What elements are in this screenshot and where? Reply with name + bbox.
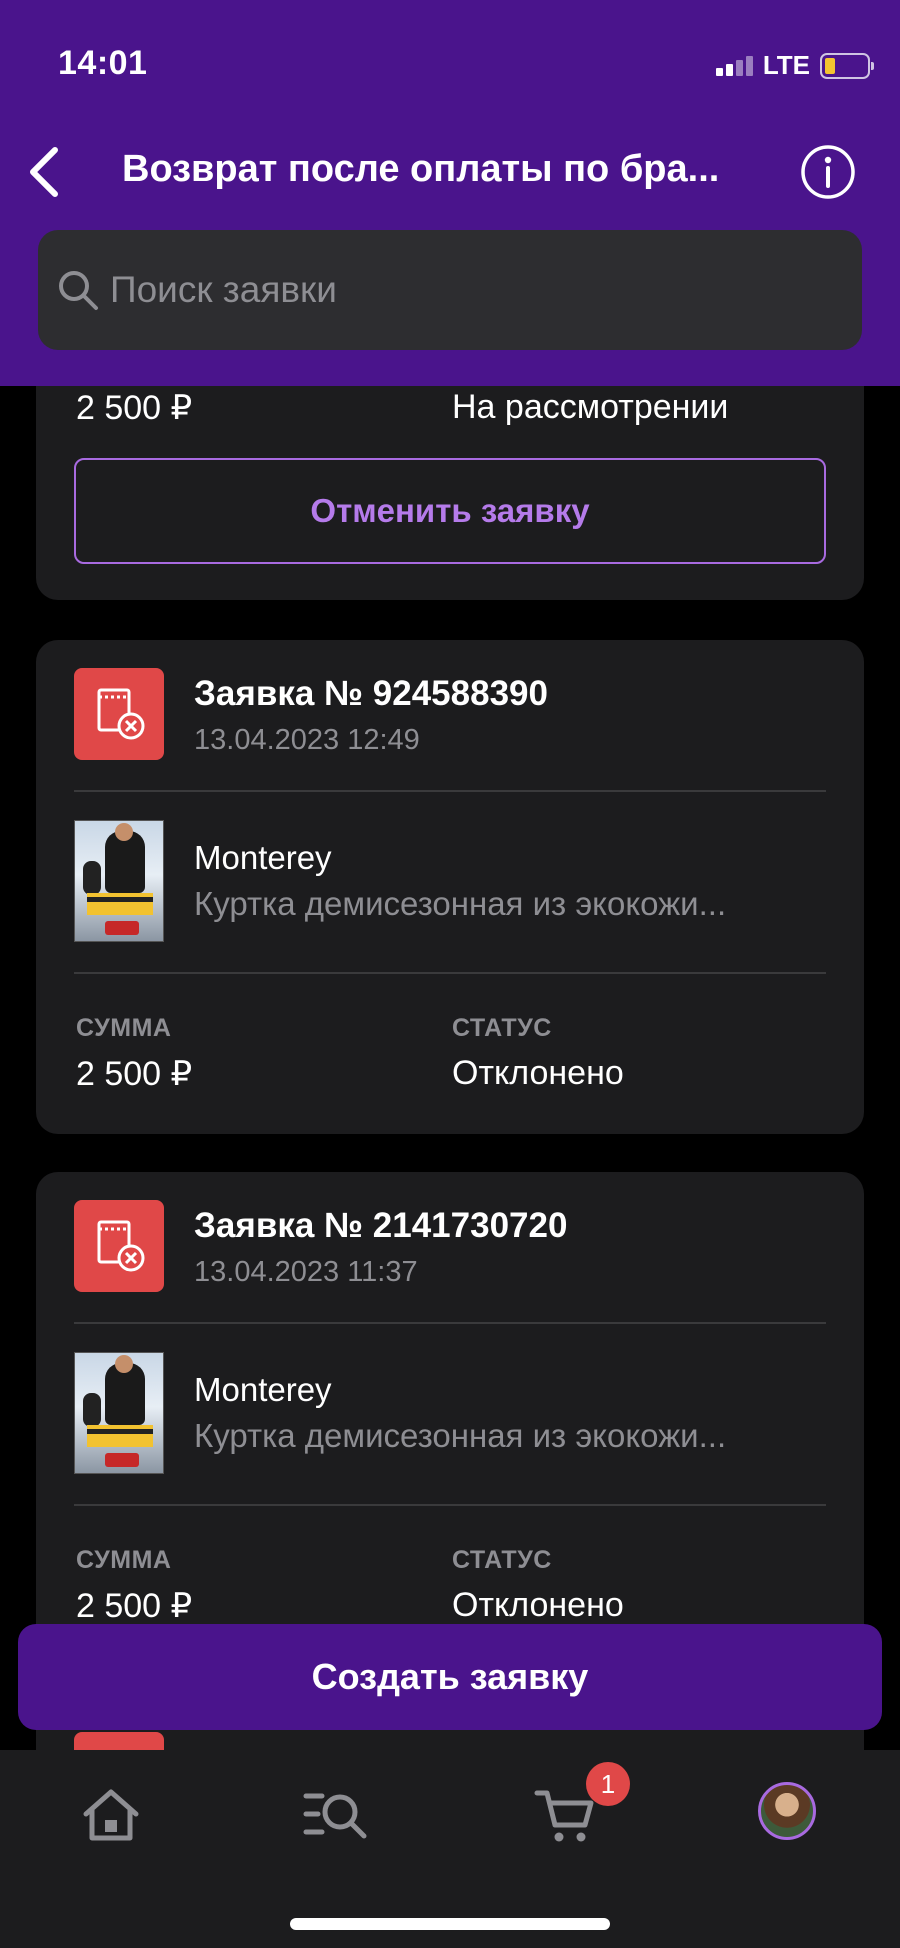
cart-badge: 1: [586, 1762, 630, 1806]
status-label: СТАТУС: [452, 1014, 552, 1042]
status-time: 14:01: [58, 44, 148, 82]
request-card[interactable]: Заявка № 924588390 13.04.2023 12:49 Mont…: [36, 640, 864, 1134]
product-thumbnail: [74, 1352, 164, 1474]
status-value: Отклонено: [452, 1054, 624, 1092]
request-title: Заявка № 924588390: [194, 674, 548, 713]
divider: [74, 1322, 826, 1324]
product-brand: Monterey: [194, 1371, 332, 1408]
status-indicators: LTE: [715, 50, 874, 81]
tab-home[interactable]: [76, 1780, 146, 1850]
request-card[interactable]: Заявка № 2141730720 13.04.2023 11:37 Mon…: [36, 1172, 864, 1666]
chevron-left-icon: [30, 147, 58, 197]
request-header: Заявка № 924588390 13.04.2023 12:49: [74, 668, 548, 760]
info-icon: [801, 145, 855, 199]
search-bar[interactable]: [38, 230, 862, 350]
divider: [74, 790, 826, 792]
product-name: Куртка демисезонная из экокожи...: [194, 885, 727, 922]
amount-value: 2 500 ₽: [76, 389, 193, 427]
request-date: 13.04.2023 12:49: [194, 724, 420, 756]
status-value: Отклонено: [452, 1586, 624, 1624]
home-indicator: [290, 1918, 610, 1930]
request-date: 13.04.2023 11:37: [194, 1256, 418, 1288]
app-header: 14:01 LTE Возврат после оплаты по бра...: [0, 0, 900, 386]
page-title: Возврат после оплаты по бра...: [122, 148, 720, 190]
amount-label: СУММА: [76, 1014, 172, 1042]
profile-avatar[interactable]: [758, 1782, 816, 1840]
status-label: СТАТУС: [452, 1546, 552, 1574]
back-button[interactable]: [18, 142, 70, 202]
document-rejected-icon: [74, 1200, 164, 1292]
product-thumbnail: [74, 820, 164, 942]
product-row[interactable]: Monterey Куртка демисезонная из экокожи.…: [74, 1352, 804, 1474]
search-icon: [59, 271, 98, 310]
cancel-request-button[interactable]: Отменить заявку: [74, 458, 826, 564]
product-row[interactable]: Monterey Куртка демисезонная из экокожи.…: [74, 820, 804, 942]
battery-icon: [820, 52, 874, 79]
signal-icon: [715, 55, 753, 76]
cart-icon: [534, 1790, 594, 1842]
divider: [74, 1504, 826, 1506]
home-icon: [83, 1789, 139, 1841]
request-title: Заявка № 2141730720: [194, 1206, 568, 1245]
info-button[interactable]: [800, 144, 856, 200]
status-value: На рассмотрении: [452, 388, 729, 426]
search-input[interactable]: [110, 269, 830, 311]
network-type: LTE: [762, 50, 810, 80]
divider: [74, 972, 826, 974]
document-rejected-icon: [74, 668, 164, 760]
amount-value: 2 500 ₽: [76, 1055, 193, 1093]
amount-label: СУММА: [76, 1546, 172, 1574]
product-brand: Monterey: [194, 839, 332, 876]
catalog-search-icon: [303, 1793, 367, 1839]
tab-catalog[interactable]: [302, 1780, 372, 1850]
create-request-button[interactable]: Создать заявку: [18, 1624, 882, 1730]
product-name: Куртка демисезонная из экокожи...: [194, 1417, 727, 1454]
request-header: Заявка № 2141730720 13.04.2023 11:37: [74, 1200, 567, 1292]
amount-value: 2 500 ₽: [76, 1587, 193, 1625]
